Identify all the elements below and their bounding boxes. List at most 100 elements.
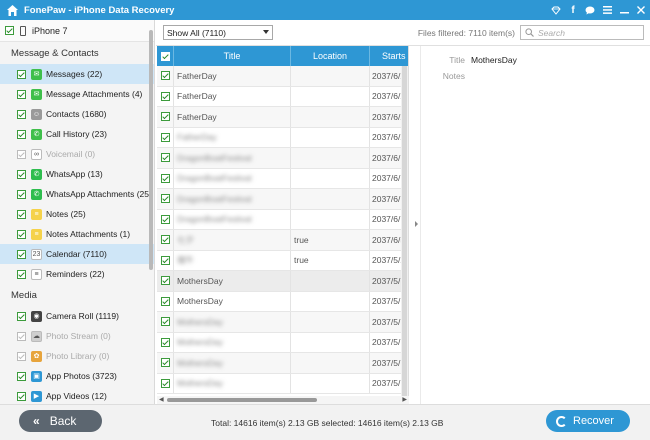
row-checkbox[interactable] xyxy=(160,153,170,163)
menu-icon[interactable] xyxy=(599,0,615,20)
whatsapp-attachments-icon: ✆ xyxy=(31,188,42,200)
table-row[interactable]: DragonBoatFestival2037/6/18 00:00 xyxy=(157,209,408,230)
table-horizontal-scrollbar[interactable]: ◀ ▶ xyxy=(157,396,409,404)
table-row[interactable]: MothersDay2037/5/10 00:00 xyxy=(157,271,408,292)
sidebar-item-contacts[interactable]: ☺ Contacts (1680) xyxy=(0,104,154,124)
item-checkbox[interactable] xyxy=(17,89,26,99)
sidebar-item-notes[interactable]: ≡ Notes (25) xyxy=(0,204,154,224)
sidebar-item-whatsapp-attachments[interactable]: ✆ WhatsApp Attachments (25) xyxy=(0,184,154,204)
table-row[interactable]: FatherDay2037/6/21 00:00 xyxy=(157,86,408,107)
filter-dropdown[interactable]: Show All (7110) xyxy=(163,25,273,40)
reminders-icon: ≡ xyxy=(31,268,42,280)
item-checkbox[interactable] xyxy=(17,149,26,159)
device-row[interactable]: iPhone 7 xyxy=(0,20,154,42)
table-row[interactable]: MothersDay2037/5/10 00:00 xyxy=(157,373,408,394)
row-checkbox[interactable] xyxy=(160,317,170,327)
column-header-starts-date[interactable]: Starts Date xyxy=(370,46,408,66)
sidebar-item-messages[interactable]: ✉ Messages (22) xyxy=(0,64,154,84)
item-checkbox[interactable] xyxy=(17,229,26,239)
item-checkbox[interactable] xyxy=(17,269,26,279)
row-checkbox-cell xyxy=(157,168,174,188)
cell-title-text: DragonBoatFestival xyxy=(177,193,252,204)
recover-button[interactable]: Recover xyxy=(546,410,630,432)
table-body: FatherDay2037/6/21 00:00FatherDay2037/6/… xyxy=(157,66,408,394)
row-checkbox[interactable] xyxy=(160,91,170,101)
table-row[interactable]: DragonBoatFestival2037/6/18 00:00 xyxy=(157,168,408,189)
row-checkbox[interactable] xyxy=(160,173,170,183)
sidebar-item-voicemail[interactable]: ∞ Voicemail (0) xyxy=(0,144,154,164)
row-checkbox[interactable] xyxy=(160,112,170,122)
sidebar-item-reminders[interactable]: ≡ Reminders (22) xyxy=(0,264,154,284)
sidebar-item-message-attachments[interactable]: ✉ Message Attachments (4) xyxy=(0,84,154,104)
table-row[interactable]: FatherDay2037/6/21 00:00 xyxy=(157,107,408,128)
sidebar-item-photo-library[interactable]: ✿ Photo Library (0) xyxy=(0,346,154,366)
close-icon[interactable] xyxy=(633,0,649,20)
sidebar-item-notes-attachments[interactable]: ≡ Notes Attachments (1) xyxy=(0,224,154,244)
sidebar-item-whatsapp[interactable]: ✆ WhatsApp (13) xyxy=(0,164,154,184)
row-checkbox[interactable] xyxy=(160,71,170,81)
photo-stream-icon: ☁ xyxy=(31,330,42,342)
expand-arrow-icon[interactable] xyxy=(415,221,418,227)
panel-splitter[interactable] xyxy=(414,46,419,404)
back-button[interactable]: « Back xyxy=(19,410,102,432)
diamond-icon[interactable] xyxy=(548,0,564,20)
row-checkbox[interactable] xyxy=(160,255,170,265)
table-row[interactable]: MothersDay2037/5/10 00:00 xyxy=(157,353,408,374)
sidebar-item-app-videos[interactable]: ▶ App Videos (12) xyxy=(0,386,154,405)
table-row[interactable]: MothersDay2037/5/10 00:00 xyxy=(157,332,408,353)
table-row[interactable]: 七夕true2037/6/5 08:00 xyxy=(157,230,408,251)
camera-roll-icon: ◉ xyxy=(31,310,42,322)
device-checkbox[interactable] xyxy=(5,26,14,35)
minimize-icon[interactable] xyxy=(616,0,632,20)
item-checkbox[interactable] xyxy=(17,109,26,119)
facebook-icon[interactable]: f xyxy=(565,0,581,20)
table-row[interactable]: FatherDay2037/6/21 00:00 xyxy=(157,127,408,148)
horizontal-scroll-thumb[interactable] xyxy=(167,398,317,402)
scroll-right-icon[interactable]: ▶ xyxy=(402,396,407,403)
row-checkbox-cell xyxy=(157,127,174,147)
search-input[interactable]: Search xyxy=(520,25,644,40)
sidebar-item-call-history[interactable]: ✆ Call History (23) xyxy=(0,124,154,144)
sidebar-item-app-photos[interactable]: ▣ App Photos (3723) xyxy=(0,366,154,386)
item-checkbox[interactable] xyxy=(17,371,26,381)
row-checkbox[interactable] xyxy=(160,296,170,306)
item-checkbox[interactable] xyxy=(17,189,26,199)
sidebar-item-camera-roll[interactable]: ◉ Camera Roll (1119) xyxy=(0,306,154,326)
sidebar-item-calendar[interactable]: 23 Calendar (7110) xyxy=(0,244,154,264)
item-checkbox[interactable] xyxy=(17,311,26,321)
table-vertical-scrollbar[interactable] xyxy=(401,66,408,396)
row-checkbox[interactable] xyxy=(160,132,170,142)
row-checkbox[interactable] xyxy=(160,358,170,368)
table-row[interactable]: FatherDay2037/6/21 00:00 xyxy=(157,66,408,87)
item-checkbox[interactable] xyxy=(17,391,26,401)
row-checkbox[interactable] xyxy=(160,337,170,347)
table-row[interactable]: MothersDay2037/5/10 00:00 xyxy=(157,312,408,333)
scroll-left-icon[interactable]: ◀ xyxy=(159,396,164,403)
chat-icon[interactable] xyxy=(582,0,598,20)
column-header-location[interactable]: Location xyxy=(291,46,370,66)
vertical-scroll-thumb[interactable] xyxy=(402,66,407,396)
select-all-checkbox[interactable] xyxy=(160,51,170,61)
item-checkbox[interactable] xyxy=(17,169,26,179)
row-checkbox[interactable] xyxy=(160,276,170,286)
row-checkbox[interactable] xyxy=(160,194,170,204)
sidebar-item-photo-stream[interactable]: ☁ Photo Stream (0) xyxy=(0,326,154,346)
item-checkbox[interactable] xyxy=(17,129,26,139)
item-checkbox[interactable] xyxy=(17,331,26,341)
table-row[interactable]: MothersDay2037/5/10 00:00 xyxy=(157,291,408,312)
row-checkbox[interactable] xyxy=(160,214,170,224)
table-row[interactable]: DragonBoatFestival2037/6/18 00:00 xyxy=(157,189,408,210)
row-checkbox[interactable] xyxy=(160,378,170,388)
row-checkbox[interactable] xyxy=(160,235,170,245)
call-history-icon: ✆ xyxy=(31,128,42,140)
sidebar-scrollbar[interactable] xyxy=(149,30,153,270)
column-header-title[interactable]: Title xyxy=(174,46,291,66)
cell-title-text: FatherDay xyxy=(177,132,217,143)
table-row[interactable]: 端午true2037/5/21 08:00 xyxy=(157,250,408,271)
calendar-table: Title Location Starts Date FatherDay2037… xyxy=(157,46,409,396)
item-checkbox[interactable] xyxy=(17,209,26,219)
item-checkbox[interactable] xyxy=(17,69,26,79)
item-checkbox[interactable] xyxy=(17,249,26,259)
item-checkbox[interactable] xyxy=(17,351,26,361)
table-row[interactable]: DragonBoatFestival2037/6/18 00:00 xyxy=(157,148,408,169)
